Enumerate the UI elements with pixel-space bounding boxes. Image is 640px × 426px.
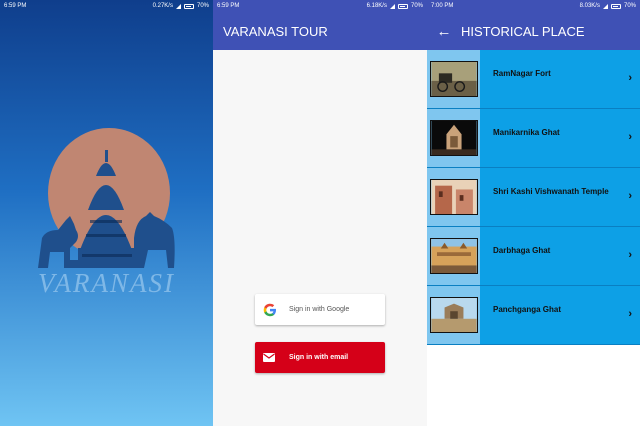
network-speed: 6.18K/s xyxy=(366,3,387,9)
email-icon xyxy=(263,353,275,362)
status-time: 6:59 PM xyxy=(4,3,27,9)
places-list: RamNagar Fort › Manikarnika Ghat › Shri … xyxy=(427,50,640,345)
place-name: Darbhaga Ghat xyxy=(493,246,551,255)
sign-in-screen: 6:59 PM 6.18K/s 70% VARANASI TOUR Sign i… xyxy=(213,0,427,426)
google-button-label: Sign in with Google xyxy=(289,306,350,313)
chevron-right-icon: › xyxy=(628,249,632,261)
arrow-back-icon[interactable]: ← xyxy=(427,23,461,40)
battery-icon xyxy=(397,3,408,9)
place-thumbnail xyxy=(430,120,478,156)
place-thumbnail xyxy=(430,61,478,97)
status-time: 6:59 PM xyxy=(217,3,240,9)
place-name: Panchganga Ghat xyxy=(493,305,562,314)
app-bar: ← HISTORICAL PLACE xyxy=(427,12,640,50)
historical-place-screen: 7:00 PM 8.03K/s 70% ← HISTORICAL PLACE R… xyxy=(427,0,640,426)
list-item-darbhaga-ghat[interactable]: Darbhaga Ghat › xyxy=(427,227,640,286)
signal-icon xyxy=(602,3,608,9)
status-bar: 6:59 PM 6.18K/s 70% xyxy=(213,0,427,12)
google-icon xyxy=(263,303,276,316)
chevron-right-icon: › xyxy=(628,190,632,202)
battery-level: 70% xyxy=(196,3,209,9)
signal-icon xyxy=(175,3,181,9)
page-title: HISTORICAL PLACE xyxy=(461,23,585,39)
place-name: Shri Kashi Vishwanath Temple xyxy=(493,187,609,196)
place-thumbnail xyxy=(430,238,478,274)
status-bar: 7:00 PM 8.03K/s 70% xyxy=(427,0,640,12)
place-thumbnail xyxy=(430,179,478,215)
battery-icon xyxy=(610,3,621,9)
email-button-label: Sign in with email xyxy=(289,354,349,361)
chevron-right-icon: › xyxy=(628,131,632,143)
network-speed: 8.03K/s xyxy=(579,3,600,9)
status-time: 7:00 PM xyxy=(431,3,454,9)
place-thumbnail xyxy=(430,297,478,333)
list-item-manikarnika-ghat[interactable]: Manikarnika Ghat › xyxy=(427,109,640,168)
page-title: VARANASI TOUR xyxy=(223,23,328,39)
signal-icon xyxy=(389,3,395,9)
battery-level: 70% xyxy=(410,3,423,9)
brand-name: VARANASI xyxy=(38,268,175,298)
place-name: Manikarnika Ghat xyxy=(493,128,560,137)
chevron-right-icon: › xyxy=(628,308,632,320)
battery-icon xyxy=(183,3,194,9)
place-name: RamNagar Fort xyxy=(493,69,551,78)
network-speed: 0.27K/s xyxy=(152,3,173,9)
list-item-panchganga-ghat[interactable]: Panchganga Ghat › xyxy=(427,286,640,345)
list-item-ramnagar-fort[interactable]: RamNagar Fort › xyxy=(427,50,640,109)
sign-in-google-button[interactable]: Sign in with Google xyxy=(255,294,385,325)
chevron-right-icon: › xyxy=(628,72,632,84)
status-bar: 6:59 PM 0.27K/s 70% xyxy=(0,0,213,12)
app-bar: VARANASI TOUR xyxy=(213,12,427,50)
splash-screen: 6:59 PM 0.27K/s 70% VARANASI xyxy=(0,0,213,426)
battery-level: 70% xyxy=(623,3,636,9)
sign-in-email-button[interactable]: Sign in with email xyxy=(255,342,385,373)
list-item-kashi-vishwanath-temple[interactable]: Shri Kashi Vishwanath Temple › xyxy=(427,168,640,227)
